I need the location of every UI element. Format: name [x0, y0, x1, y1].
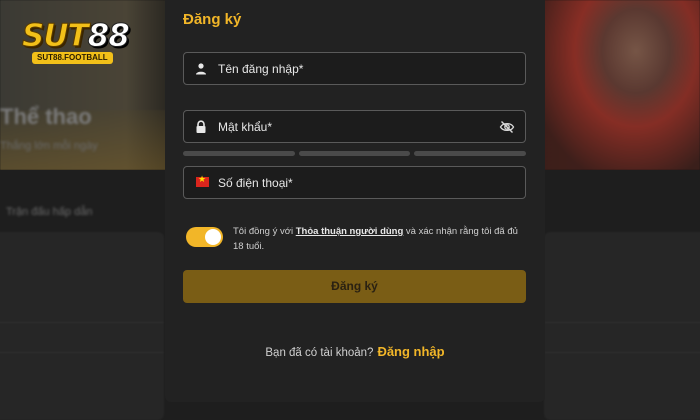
register-modal: Đăng ký Tên đăng nhập* Mật khẩu* Số điện… [165, 0, 545, 402]
site-logo[interactable]: SUT88 SUT88.FOOTBALL [22, 20, 164, 65]
user-icon [196, 63, 206, 75]
login-prompt: Bạn đã có tài khoản? Đăng nhập [265, 344, 445, 359]
section-title: Trận đấu hấp dẫn [6, 206, 93, 218]
password-strength-meter [183, 151, 527, 156]
user-agreement-link[interactable]: Thỏa thuận người dùng [296, 226, 404, 237]
match-card [544, 232, 700, 420]
logo-tagline: SUT88.FOOTBALL [32, 52, 113, 64]
agree-text: Tôi đồng ý với Thỏa thuận người dùng và … [233, 226, 518, 252]
username-placeholder: Tên đăng nhập* [218, 62, 304, 76]
sport-title: Thể thao [0, 104, 92, 129]
modal-title: Đăng ký [183, 11, 242, 28]
phone-placeholder: Số điện thoại* [218, 176, 293, 190]
username-field[interactable]: Tên đăng nhập* [183, 52, 526, 85]
eye-slash-icon[interactable] [499, 119, 515, 135]
lock-icon [196, 120, 206, 133]
match-card [0, 232, 164, 420]
password-placeholder: Mật khẩu* [218, 120, 273, 134]
login-link[interactable]: Đăng nhập [377, 344, 444, 359]
hero-player-image [540, 0, 700, 170]
password-field[interactable]: Mật khẩu* [183, 110, 526, 143]
register-button[interactable]: Đăng ký [183, 270, 526, 303]
vietnam-flag-icon[interactable] [196, 174, 209, 187]
sport-subtitle: Thắng lớn mỗi ngày [0, 140, 98, 152]
phone-field[interactable]: Số điện thoại* [183, 166, 526, 199]
toggle-knob [205, 229, 221, 245]
agree-toggle[interactable] [186, 227, 223, 247]
